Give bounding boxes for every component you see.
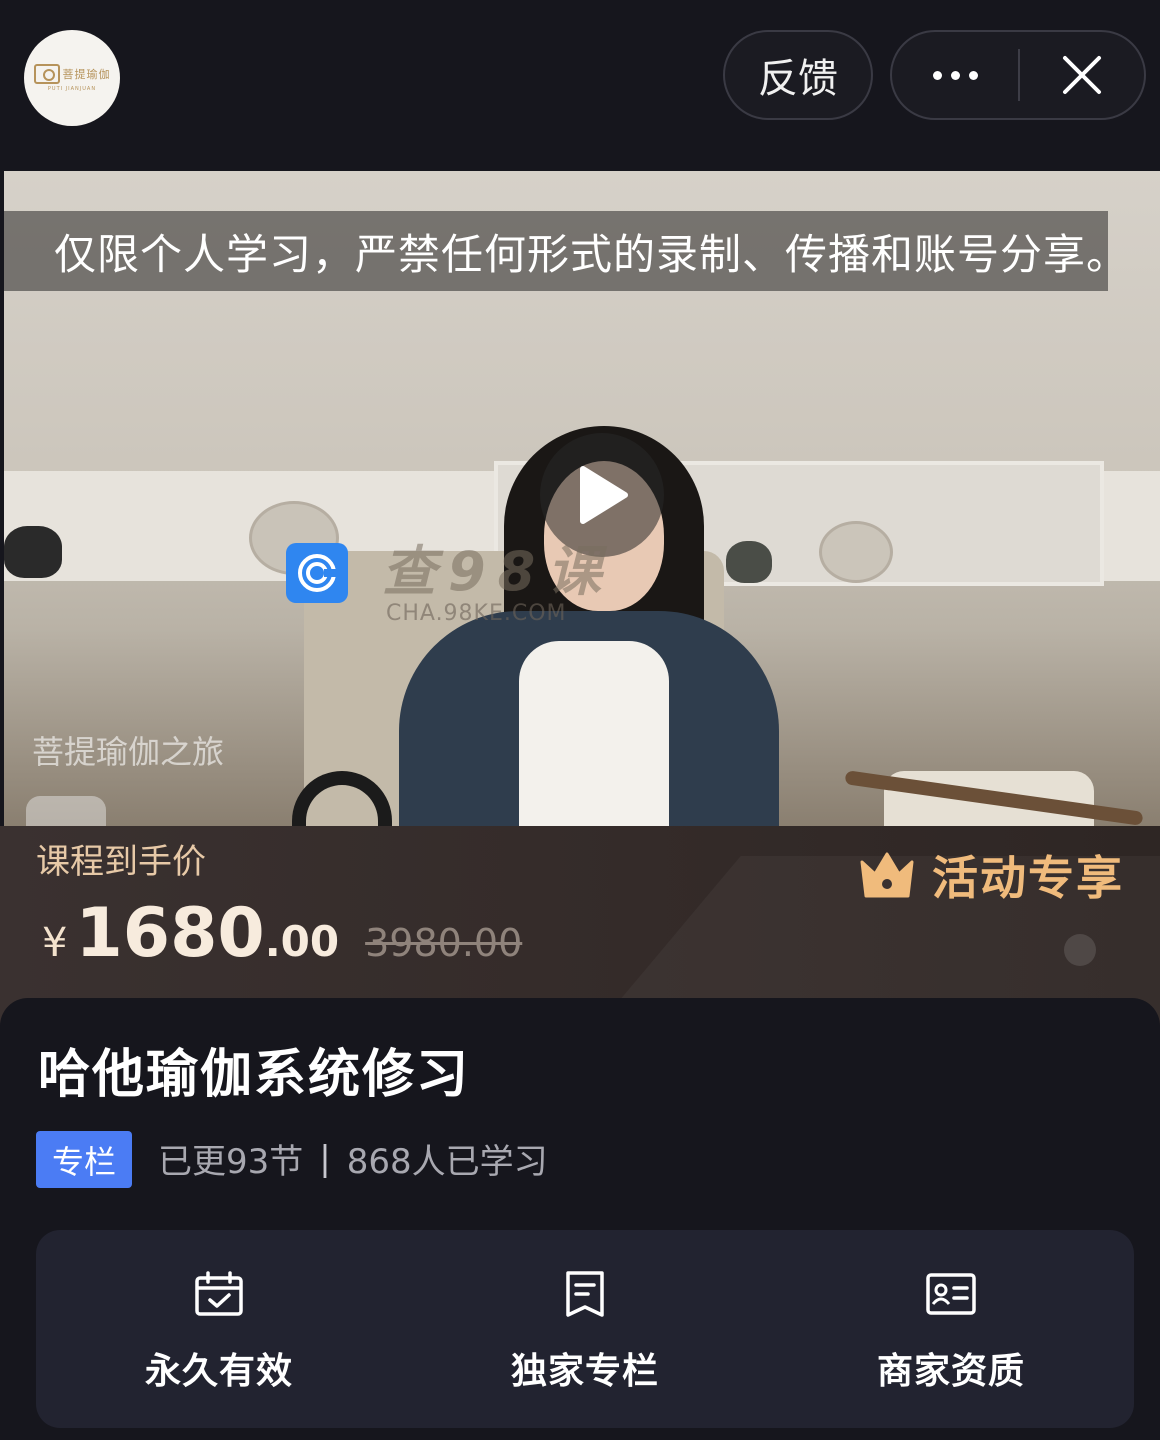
activity-label: 活动专享: [932, 851, 1124, 905]
price-integer: 1680: [75, 894, 265, 973]
scene-pot: [726, 541, 772, 583]
price-row: ¥ 1680 .00 3980.00: [42, 894, 522, 973]
top-bar: 菩提瑜伽 PUTI JIANJUAN 反馈: [0, 0, 1160, 170]
original-price: 3980.00: [365, 921, 523, 965]
currency-symbol: ¥: [42, 920, 68, 966]
watermark-text: 查98课: [382, 540, 614, 603]
price-decimal: .00: [264, 917, 340, 966]
lotus-icon: [33, 64, 60, 84]
learner-count: 868人已学习: [346, 1142, 548, 1182]
id-card-icon: [926, 1273, 976, 1315]
scene-plate: [819, 521, 893, 583]
course-info-card: 哈他瑜伽系统修习 专栏 已更93节 | 868人已学习 永久有效 独家专栏 商家…: [0, 998, 1160, 1440]
channel-watermark: 菩提瑜伽之旅: [32, 733, 225, 771]
feature-label: 永久有效: [144, 1351, 293, 1392]
feedback-button[interactable]: 反馈: [723, 30, 873, 120]
mini-program-capsule: [890, 30, 1146, 120]
shop-logo[interactable]: 菩提瑜伽 PUTI JIANJUAN: [24, 30, 120, 126]
ellipsis-icon[interactable]: [892, 32, 1018, 118]
feature-label: 独家专栏: [510, 1351, 659, 1392]
logo-text: 菩提瑜伽: [62, 68, 111, 81]
banner-decor-dot: [1064, 934, 1096, 966]
price-banner: 课程到手价 ¥ 1680 .00 3980.00 活动专享: [0, 826, 1160, 1026]
video-subtitle: 仅限个人学习，严禁任何形式的录制、传播和账号分享。–: [4, 211, 1108, 291]
scene-armchair: [844, 770, 1160, 826]
activity-badge: 活动专享: [858, 842, 1124, 908]
watermark-url: CHA.98KE.COM: [386, 601, 567, 626]
update-count: 已更93节: [158, 1142, 304, 1182]
course-meta: 已更93节 | 868人已学习: [158, 1134, 548, 1183]
feature-exclusive[interactable]: 独家专栏: [402, 1230, 768, 1428]
price-label: 课程到手价: [36, 842, 206, 882]
logo-subtext: PUTI JIANJUAN: [47, 86, 97, 92]
course-video[interactable]: 仅限个人学习，严禁任何形式的录制、传播和账号分享。– 查98课 CHA.98KE…: [4, 171, 1160, 826]
feature-label: 商家资质: [876, 1351, 1025, 1392]
scene-teapot: [262, 771, 442, 826]
feature-panel: 永久有效 独家专栏 商家资质: [36, 1230, 1134, 1428]
bookmark-doc-icon: [566, 1271, 604, 1317]
feature-permanent[interactable]: 永久有效: [36, 1230, 402, 1428]
course-title: 哈他瑜伽系统修习: [38, 1045, 471, 1105]
calendar-check-icon: [195, 1271, 243, 1316]
meta-separator: |: [319, 1138, 331, 1179]
feature-merchant[interactable]: 商家资质: [768, 1230, 1134, 1428]
watermark-logo-icon: [286, 543, 348, 603]
scene-bottle: [26, 796, 106, 826]
instructor-shirt: [519, 641, 669, 826]
close-icon[interactable]: [1020, 32, 1144, 118]
scene-kettle: [4, 526, 62, 578]
column-tag: 专栏: [36, 1131, 132, 1188]
logo-row: 菩提瑜伽: [33, 64, 111, 84]
crown-icon: [860, 852, 914, 898]
